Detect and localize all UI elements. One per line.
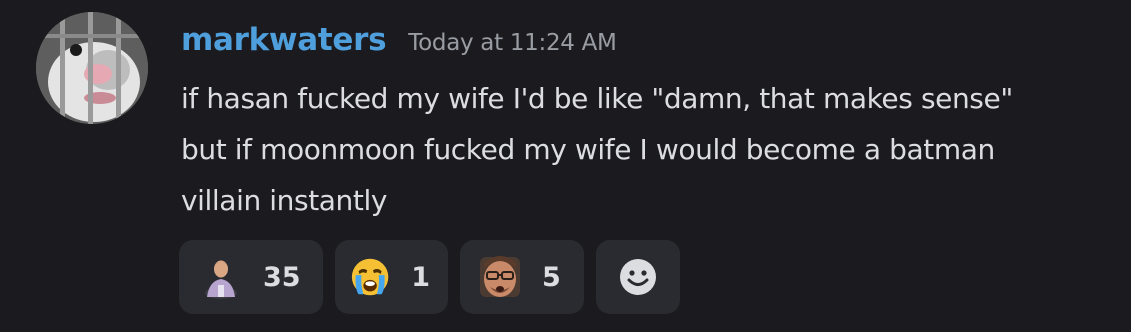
- timestamp[interactable]: Today at 11:24 AM: [408, 30, 617, 56]
- reaction-bar: 35 1 5: [179, 240, 680, 314]
- chat-message: markwaters Today at 11:24 AM if hasan fu…: [0, 0, 1131, 332]
- reaction-crying-face[interactable]: 1: [335, 240, 448, 314]
- reaction-person-emote[interactable]: 35: [179, 240, 323, 314]
- message-header: markwaters Today at 11:24 AM: [181, 22, 617, 62]
- add-reaction-button[interactable]: [596, 240, 680, 314]
- message-content: if hasan fucked my wife I'd be like "dam…: [181, 73, 1111, 226]
- avatar-image-icon: [36, 12, 148, 124]
- message-line: villain instantly: [181, 184, 388, 217]
- message-line: if hasan fucked my wife I'd be like "dam…: [181, 82, 1013, 115]
- message-line: but if moonmoon fucked my wife I would b…: [181, 133, 995, 166]
- avatar[interactable]: [36, 12, 148, 124]
- reaction-count: 5: [542, 261, 561, 293]
- reaction-count: 1: [411, 261, 430, 293]
- smiley-add-reaction-icon: [620, 259, 656, 295]
- face-emote-icon: [480, 256, 520, 297]
- person-emote-icon: [205, 260, 237, 299]
- username[interactable]: markwaters: [181, 22, 387, 58]
- reaction-face-emote[interactable]: 5: [460, 240, 584, 314]
- crying-face-icon: [351, 258, 389, 296]
- reaction-count: 35: [263, 261, 301, 293]
